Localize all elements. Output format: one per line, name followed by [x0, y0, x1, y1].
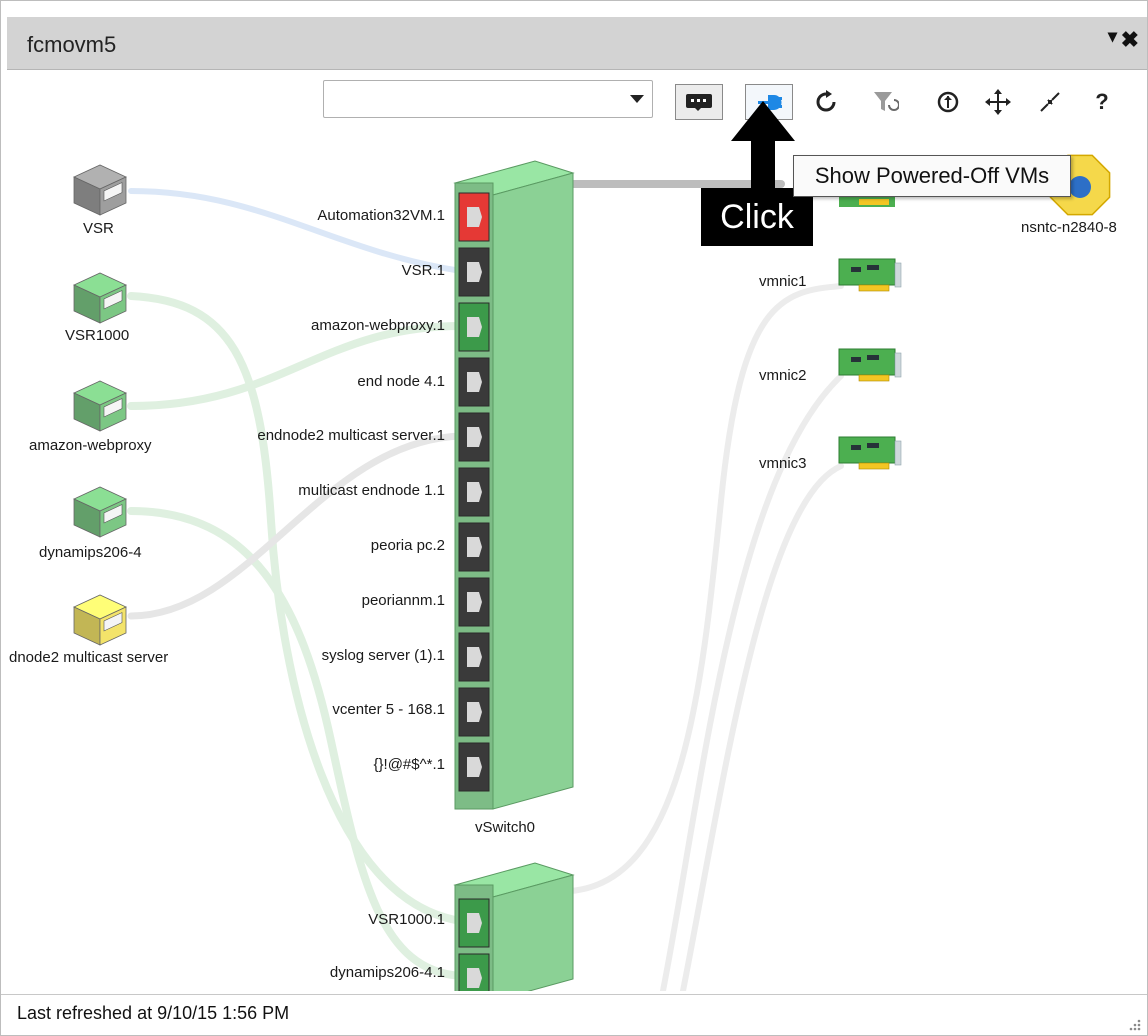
port-label: VSR.1 [401, 262, 445, 279]
vm-label: amazon-webproxy [29, 437, 152, 454]
nic-chip [867, 265, 879, 270]
port-label: VSR1000.1 [368, 911, 445, 928]
nic-card-icon[interactable] [838, 258, 902, 292]
vswitch0 [453, 160, 575, 810]
connection-link [128, 188, 464, 274]
powered-off-vms-tooltip: Show Powered-Off VMs [793, 155, 1071, 197]
nic-bracket [894, 262, 902, 288]
port-label: syslog server (1).1 [321, 647, 445, 664]
port-glyph [467, 757, 482, 777]
status-bar: Last refreshed at 9/10/15 1:56 PM [1, 994, 1147, 1035]
nic-chip [867, 355, 879, 360]
port-label: vcenter 5 - 168.1 [332, 701, 445, 718]
port-glyph [467, 207, 482, 227]
port-glyph [467, 427, 482, 447]
port-label: peoriannm.1 [361, 592, 445, 609]
nic-bracket [894, 440, 902, 466]
nic-chip [851, 445, 861, 450]
vm-icon[interactable] [73, 380, 127, 432]
port-label: {}!@#$^*.1 [373, 756, 445, 773]
port-glyph [467, 968, 482, 988]
nic-chip [851, 267, 861, 272]
hp-logo-icon [1069, 176, 1091, 198]
vm-icon[interactable] [73, 272, 127, 324]
topology-panel: fcmovm5 ▾ ✖ ? VSR VSR1000 amazon-webprox… [0, 0, 1148, 1036]
port-glyph [467, 537, 482, 557]
nic-contacts [858, 284, 890, 292]
port-label: endnode2 multicast server.1 [257, 427, 445, 444]
connection-link [127, 432, 465, 620]
nic-card-icon[interactable] [838, 348, 902, 382]
port-glyph [467, 702, 482, 722]
port-glyph [467, 647, 482, 667]
port-label: end node 4.1 [357, 373, 445, 390]
connection-link [659, 373, 844, 991]
port-glyph [467, 482, 482, 502]
port-glyph [467, 913, 482, 933]
vm-icon[interactable] [73, 164, 127, 216]
nic-card-icon[interactable] [838, 436, 902, 470]
port-glyph [467, 372, 482, 392]
vm-label: VSR [83, 220, 114, 237]
port-label: multicast endnode 1.1 [298, 482, 445, 499]
nic-label: vmnic1 [759, 273, 807, 290]
port-glyph [467, 592, 482, 612]
port-glyph [467, 317, 482, 337]
vm-label: dnode2 multicast server [9, 649, 169, 666]
switch-side [492, 172, 574, 810]
nic-board [838, 258, 896, 286]
connection-link [127, 322, 465, 410]
port-label: dynamips206-4.1 [329, 964, 445, 981]
nic-label: vmnic3 [759, 455, 807, 472]
host-label: nsntc-n2840-8 [1021, 219, 1117, 236]
nic-chip [867, 443, 879, 448]
port-label: peoria pc.2 [370, 537, 445, 554]
port-label: Automation32VM.1 [317, 207, 445, 224]
connection-link [679, 463, 844, 991]
nic-bracket [894, 352, 902, 378]
vm-icon[interactable] [73, 486, 127, 538]
nic-label: vmnic2 [759, 367, 807, 384]
arrow-up-icon [731, 101, 795, 189]
nic-contacts [858, 374, 890, 382]
vm-label: VSR1000 [65, 327, 130, 344]
nic-nodes [838, 191, 902, 470]
vm-label: dynamips206-4 [39, 544, 142, 561]
vm-icon[interactable] [73, 594, 127, 646]
vm-nodes [73, 164, 127, 646]
nic-board [838, 348, 896, 376]
topology-canvas [73, 154, 1111, 991]
nic-board [838, 436, 896, 464]
port-label: amazon-webproxy.1 [311, 317, 445, 334]
nic-chip [851, 357, 861, 362]
nic-contacts [859, 199, 889, 205]
nic-contacts [858, 462, 890, 470]
vswitch-label: vSwitch0 [475, 819, 536, 836]
resize-grip-icon[interactable] [1127, 1017, 1141, 1031]
last-refreshed-text: Last refreshed at 9/10/15 1:56 PM [17, 1003, 290, 1023]
vswitch1 [453, 862, 575, 991]
port-glyph [467, 262, 482, 282]
